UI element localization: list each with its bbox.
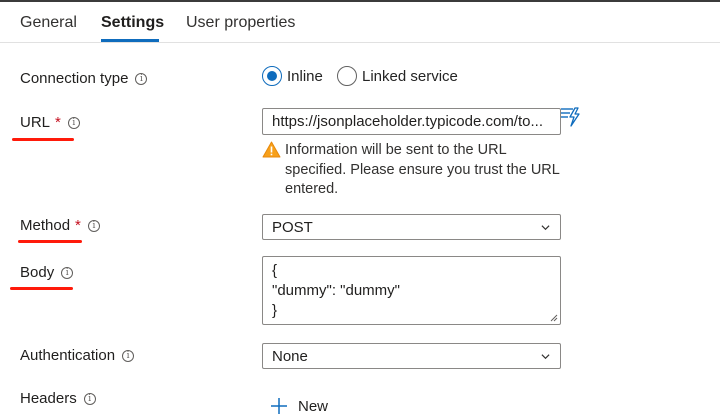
chevron-down-icon: [541, 354, 550, 360]
method-dropdown[interactable]: POST: [262, 214, 561, 240]
method-label-text: Method: [20, 217, 71, 234]
tab-general[interactable]: General: [20, 14, 77, 32]
required-marker: *: [75, 217, 81, 234]
radio-button-unchecked[interactable]: [337, 66, 357, 86]
radio-button-checked[interactable]: [262, 66, 282, 86]
body-textarea[interactable]: { "dummy": "dummy" }: [262, 256, 561, 325]
info-icon[interactable]: i: [83, 392, 96, 405]
tab-user-properties[interactable]: User properties: [186, 14, 295, 32]
tab-bar: General Settings User properties: [0, 2, 720, 43]
connection-type-label: Connection type i: [20, 70, 148, 87]
warning-triangle-icon: [262, 141, 281, 158]
authentication-label: Authentication i: [20, 347, 135, 364]
info-icon[interactable]: i: [67, 116, 80, 129]
url-label-text: URL: [20, 114, 51, 131]
body-line: {: [272, 262, 278, 279]
annotation-underline-body: [10, 287, 73, 290]
url-label: URL * i: [20, 114, 80, 131]
lightning-list-icon[interactable]: [559, 106, 581, 128]
chevron-down-icon: [541, 225, 550, 231]
connection-type-label-text: Connection type: [20, 70, 129, 87]
headers-label-text: Headers: [20, 390, 77, 407]
plus-icon: [271, 398, 287, 414]
authentication-selected-value: None: [272, 348, 308, 365]
info-icon[interactable]: i: [135, 72, 148, 85]
tab-settings[interactable]: Settings: [101, 14, 164, 32]
radio-linked-service-label: Linked service: [362, 67, 458, 85]
annotation-underline-url: [12, 138, 74, 141]
body-label-text: Body: [20, 264, 55, 281]
radio-linked-service[interactable]: Linked service: [337, 66, 458, 86]
radio-inline[interactable]: Inline: [262, 66, 323, 86]
annotation-underline-method: [18, 240, 82, 243]
info-icon[interactable]: i: [61, 266, 74, 279]
authentication-dropdown[interactable]: None: [262, 343, 561, 369]
method-selected-value: POST: [272, 219, 313, 236]
method-label: Method * i: [20, 217, 100, 234]
new-header-label: New: [298, 397, 329, 415]
radio-inline-label: Inline: [287, 67, 323, 85]
body-line: "dummy": "dummy": [272, 282, 400, 299]
new-header-button[interactable]: New: [270, 397, 328, 415]
info-icon[interactable]: i: [87, 219, 100, 232]
body-label: Body i: [20, 264, 74, 281]
resize-handle-icon[interactable]: [550, 314, 558, 322]
headers-label: Headers i: [20, 390, 96, 407]
active-tab-indicator: [101, 39, 159, 42]
required-marker: *: [55, 114, 61, 131]
info-icon[interactable]: i: [122, 349, 135, 362]
url-warning-message: Information will be sent to the URL spec…: [285, 142, 560, 197]
url-input[interactable]: https://jsonplaceholder.typicode.com/to.…: [262, 108, 561, 135]
body-line: }: [272, 302, 278, 319]
authentication-label-text: Authentication: [20, 347, 116, 364]
